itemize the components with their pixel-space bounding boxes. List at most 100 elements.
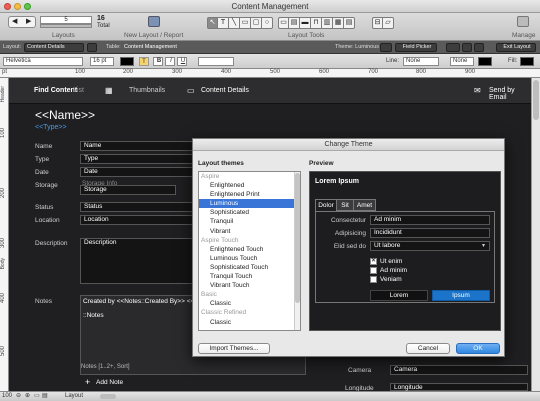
pointer-tool-icon[interactable]: ↖	[207, 17, 218, 29]
theme-list-item[interactable]: Luminous	[199, 199, 300, 209]
thumbnails-button[interactable]: Thumbnails	[129, 87, 165, 94]
fill-color-swatch[interactable]	[520, 57, 534, 66]
new-layout-icon[interactable]	[148, 16, 160, 27]
grid-button[interactable]	[462, 43, 472, 52]
theme-list-item[interactable]: Tranquil Touch	[199, 272, 300, 281]
zoom-out-icon[interactable]: ⊖	[16, 392, 21, 401]
camera-field[interactable]: Camera	[390, 365, 528, 375]
vertical-scrollbar[interactable]	[531, 78, 540, 391]
zoom-level[interactable]: 100	[2, 392, 12, 401]
send-email-button[interactable]: Send by Email	[489, 87, 531, 101]
italic-button[interactable]: I	[165, 57, 175, 66]
theme-list-scroll-thumb[interactable]	[295, 173, 300, 303]
name-field[interactable]: Name	[80, 141, 193, 151]
tab-control-tool-icon[interactable]: ⊓	[311, 17, 322, 29]
preview-checkbox[interactable]	[370, 267, 377, 274]
theme-list[interactable]: Aspire Enlightened Enlightened Print Lumino…	[198, 171, 301, 331]
cancel-button[interactable]: Cancel	[406, 343, 450, 354]
record-nav-buttons[interactable]: ◀ ▶	[8, 16, 36, 28]
theme-list-item[interactable]: Vibrant Touch	[199, 281, 300, 290]
exit-layout-button[interactable]: Exit Layout	[496, 43, 536, 52]
change-theme-button[interactable]	[380, 43, 392, 52]
zoom-in-icon[interactable]: ⊕	[25, 392, 30, 401]
preview-checkbox[interactable]	[370, 276, 377, 283]
text-tool-icon[interactable]: T	[218, 17, 229, 29]
line-color-swatch[interactable]	[478, 57, 492, 66]
alignment-buttons[interactable]	[198, 57, 234, 66]
underline-button[interactable]: U	[177, 57, 187, 66]
manage-label[interactable]: Manage	[512, 32, 536, 39]
theme-list-scrollbar[interactable]	[294, 172, 300, 330]
preview-tab[interactable]: Sit	[337, 199, 354, 211]
theme-list-item[interactable]: Luminous Touch	[199, 254, 300, 263]
theme-list-item[interactable]: Enlightened Touch	[199, 245, 300, 254]
status-field[interactable]: Status	[80, 202, 193, 212]
preview-field[interactable]: Incididunt	[370, 228, 490, 238]
next-record-icon[interactable]: ▶	[26, 17, 31, 25]
previous-record-icon[interactable]: ◀	[12, 17, 17, 25]
theme-list-item[interactable]: Enlightened	[199, 181, 300, 190]
list-button[interactable]: List	[73, 87, 84, 94]
field-tool-icon[interactable]: ▭	[278, 17, 289, 29]
storage-field[interactable]: Storage	[80, 185, 176, 195]
record-number-input[interactable]: 5	[40, 16, 92, 24]
field-picker-button[interactable]: Field Picker	[395, 43, 437, 52]
view-button[interactable]	[474, 43, 484, 52]
minimize-window-button[interactable]	[14, 3, 21, 10]
location-field[interactable]: Location	[80, 215, 193, 225]
inspector-button[interactable]	[446, 43, 460, 52]
import-themes-button[interactable]: Import Themes...	[198, 343, 270, 354]
theme-list-item[interactable]: Classic	[199, 318, 300, 327]
highlight-icon[interactable]: T	[139, 57, 149, 66]
manage-icon[interactable]	[517, 16, 529, 27]
theme-list-item[interactable]: Sophisticated	[199, 208, 300, 217]
preview-field[interactable]: Ad minim	[370, 215, 490, 225]
add-note-icon[interactable]: +	[85, 377, 90, 387]
preview-lorem-button[interactable]: Lorem	[370, 290, 428, 301]
group-icon[interactable]: ⊟	[372, 17, 383, 29]
new-layout-label[interactable]: New Layout / Report	[124, 32, 183, 39]
rectangle-tool-icon[interactable]: ▭	[240, 17, 251, 29]
text-color-swatch[interactable]	[120, 57, 134, 66]
preview-ipsum-button[interactable]: Ipsum	[432, 290, 490, 301]
preview-checkbox-checked[interactable]: ✕	[370, 258, 377, 265]
zoom-window-button[interactable]	[24, 3, 31, 10]
find-content-button[interactable]: Find Content	[34, 87, 77, 94]
status-menu-icon[interactable]: ▤	[42, 392, 48, 401]
scroll-thumb[interactable]	[533, 80, 539, 120]
layout-setup-button[interactable]	[87, 43, 97, 52]
theme-list-item[interactable]: Sophisticated Touch	[199, 263, 300, 272]
theme-list-item[interactable]: Enlightened Print	[199, 190, 300, 199]
rounded-rectangle-tool-icon[interactable]: ▢	[251, 17, 262, 29]
status-toolbar-icon[interactable]: ▭	[34, 392, 40, 401]
theme-list-item[interactable]: Classic	[199, 299, 300, 308]
date-field[interactable]: Date	[80, 167, 193, 177]
content-details-button[interactable]: Content Details	[201, 87, 249, 94]
font-select[interactable]: Helvetica	[3, 57, 83, 66]
add-note-button[interactable]: Add Note	[96, 379, 123, 386]
oval-tool-icon[interactable]: ○	[262, 17, 273, 29]
font-size-select[interactable]: 16 pt	[90, 57, 114, 66]
preview-tab[interactable]: Dolor	[315, 199, 337, 211]
line-tool-icon[interactable]: ╲	[229, 17, 240, 29]
type-field[interactable]: Type	[80, 154, 193, 164]
theme-list-item[interactable]: Tranquil	[199, 217, 300, 226]
description-field[interactable]: Description	[80, 238, 193, 284]
horizontal-scroll-thumb[interactable]	[100, 394, 116, 399]
web-viewer-tool-icon[interactable]: ▦	[333, 17, 344, 29]
longitude-field[interactable]: Longitude	[390, 383, 528, 391]
chart-tool-icon[interactable]: ▥	[322, 17, 333, 29]
theme-list-item[interactable]: Vibrant	[199, 227, 300, 236]
ok-button[interactable]: OK	[456, 343, 500, 354]
preview-tab[interactable]: Amet	[354, 199, 376, 211]
portal-tool-icon[interactable]: ▤	[344, 17, 355, 29]
button-tool-icon[interactable]: ▬	[300, 17, 311, 29]
bold-button[interactable]: B	[153, 57, 163, 66]
layout-select[interactable]: Content Details	[24, 43, 84, 52]
format-painter-icon[interactable]: ▱	[383, 17, 394, 29]
line-width-select[interactable]: None	[403, 57, 439, 66]
record-slider[interactable]	[40, 24, 92, 28]
field-control-tool-icon[interactable]: ▤	[289, 17, 300, 29]
preview-dropdown[interactable]: Ut labore	[370, 241, 490, 251]
line-style-select[interactable]: None	[450, 57, 474, 66]
